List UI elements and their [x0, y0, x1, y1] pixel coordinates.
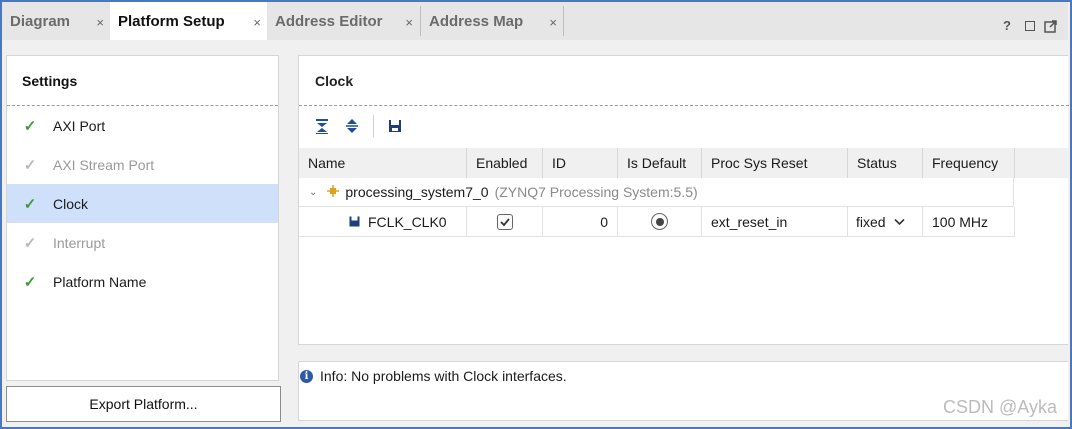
- step-axi-stream-port[interactable]: ✓ AXI Stream Port: [7, 145, 278, 184]
- check-icon: ✓: [23, 273, 37, 291]
- clock-port-icon: [349, 216, 360, 227]
- cell-enabled: [467, 207, 543, 237]
- watermark: CSDN @Ayka: [943, 397, 1057, 417]
- close-icon[interactable]: ×: [405, 15, 413, 30]
- default-radio[interactable]: [651, 213, 668, 230]
- settings-panel: Settings ✓ AXI Port ✓ AXI Stream Port ✓ …: [6, 55, 279, 381]
- clock-name: FCLK_CLK0: [368, 213, 447, 230]
- column-header-enabled[interactable]: Enabled: [467, 148, 543, 178]
- cell-proc-sys-reset[interactable]: ext_reset_in: [702, 207, 848, 237]
- status-select[interactable]: fixed: [848, 207, 923, 237]
- save-icon[interactable]: [380, 119, 410, 133]
- clock-id: 0: [600, 213, 608, 230]
- tab-label: Platform Setup: [118, 12, 225, 30]
- close-icon[interactable]: ×: [549, 15, 557, 30]
- frequency-value: 100 MHz: [932, 213, 989, 230]
- column-header-name[interactable]: Name: [299, 148, 467, 178]
- tab-diagram[interactable]: Diagram ×: [2, 2, 110, 40]
- step-platform-name[interactable]: ✓ Platform Name: [7, 262, 278, 301]
- restore-icon[interactable]: [1025, 21, 1035, 31]
- tab-address-map[interactable]: Address Map ×: [421, 2, 563, 40]
- step-label: Clock: [53, 195, 89, 212]
- chevron-down-icon[interactable]: ⌄: [309, 187, 317, 198]
- step-label: Interrupt: [53, 234, 106, 251]
- cell-name: FCLK_CLK0: [299, 207, 467, 237]
- info-text: Info: No problems with Clock interfaces.: [320, 368, 567, 384]
- collapse-all-icon[interactable]: [307, 118, 337, 134]
- close-icon[interactable]: ×: [96, 15, 104, 30]
- expand-all-icon[interactable]: [337, 118, 367, 134]
- close-icon[interactable]: ×: [253, 15, 261, 30]
- step-interrupt[interactable]: ✓ Interrupt: [7, 223, 278, 262]
- table-toolbar: [307, 114, 410, 138]
- clock-title: Clock: [315, 73, 354, 89]
- step-label: AXI Port: [53, 117, 106, 134]
- tab-bar: Diagram × Platform Setup × Address Edito…: [2, 2, 1068, 40]
- check-icon: ✓: [23, 117, 37, 135]
- check-icon: ✓: [23, 195, 37, 213]
- column-header-status[interactable]: Status: [848, 148, 923, 178]
- tab-address-editor[interactable]: Address Editor ×: [267, 2, 419, 40]
- column-header-proc-sys-reset[interactable]: Proc Sys Reset: [702, 148, 848, 178]
- cell-frequency[interactable]: 100 MHz: [923, 207, 1015, 237]
- step-clock[interactable]: ✓ Clock: [7, 184, 278, 223]
- settings-title: Settings: [22, 73, 78, 89]
- clock-panel: Clock Name Enabled ID Is Default Proc Sy…: [298, 55, 1069, 345]
- info-message: i Info: No problems with Clock interface…: [300, 368, 567, 384]
- divider: [299, 105, 1069, 106]
- chevron-down-icon: [894, 218, 905, 226]
- tab-label: Diagram: [10, 12, 71, 30]
- step-axi-port[interactable]: ✓ AXI Port: [7, 106, 278, 145]
- tab-label: Address Editor: [275, 12, 383, 30]
- export-platform-button[interactable]: Export Platform...: [6, 386, 281, 422]
- table-header: Name Enabled ID Is Default Proc Sys Rese…: [299, 148, 1069, 178]
- cell-is-default: [618, 207, 702, 237]
- check-icon: ✓: [23, 156, 37, 174]
- status-value: fixed: [856, 213, 886, 230]
- step-label: AXI Stream Port: [53, 156, 155, 173]
- info-icon: i: [300, 369, 313, 383]
- ip-block-icon: [327, 184, 340, 200]
- column-header-id[interactable]: ID: [543, 148, 618, 178]
- check-icon: ✓: [23, 234, 37, 252]
- group-row[interactable]: ⌄ processing_system7_0 (ZYNQ7 Processing…: [299, 178, 1014, 207]
- group-detail: (ZYNQ7 Processing System:5.5): [494, 184, 698, 200]
- proc-sys-reset-value: ext_reset_in: [711, 213, 788, 230]
- enabled-checkbox[interactable]: [496, 213, 513, 230]
- column-header-is-default[interactable]: Is Default: [618, 148, 702, 178]
- group-name: processing_system7_0: [345, 184, 489, 200]
- float-icon[interactable]: [1044, 19, 1058, 36]
- tab-label: Address Map: [429, 12, 524, 30]
- tab-divider: [563, 6, 564, 36]
- help-icon[interactable]: ?: [1003, 18, 1011, 33]
- column-header-frequency[interactable]: Frequency: [923, 148, 1015, 178]
- step-label: Platform Name: [53, 273, 147, 290]
- toolbar-divider: [373, 115, 374, 137]
- tab-platform-setup[interactable]: Platform Setup ×: [110, 2, 267, 40]
- cell-id[interactable]: 0: [543, 207, 618, 237]
